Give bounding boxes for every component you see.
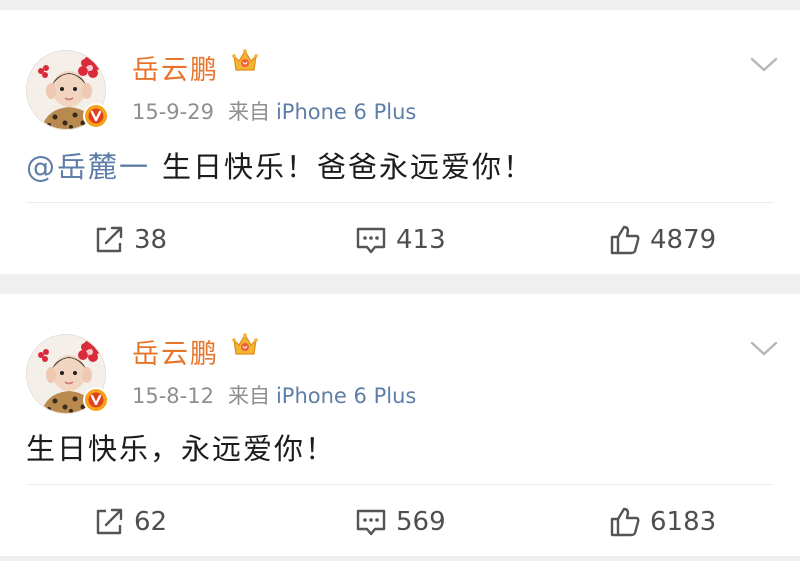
- post-content: 生日快乐，永远爱你！: [26, 426, 336, 468]
- vip-crown-icon[interactable]: [230, 330, 260, 360]
- username[interactable]: 岳云鹏: [132, 332, 219, 371]
- post-date: 15-9-29: [132, 100, 214, 124]
- repost-count: 38: [134, 225, 168, 255]
- repost-button[interactable]: 62: [92, 500, 167, 544]
- post-meta: 15-8-12 来自 iPhone 6 Plus: [132, 380, 416, 410]
- verified-badge-icon: [83, 387, 109, 413]
- comment-icon: [356, 227, 386, 254]
- like-icon: [610, 225, 640, 255]
- post-text: 生日快乐，永远爱你！: [26, 432, 337, 466]
- post-content: @岳麓一 生日快乐！爸爸永远爱你！: [26, 144, 534, 186]
- like-button[interactable]: 4879: [608, 218, 716, 262]
- divider: [26, 202, 774, 203]
- comment-count: 569: [396, 507, 446, 537]
- source-prefix: 来自: [227, 100, 270, 124]
- like-icon: [610, 507, 640, 537]
- verified-badge-icon: [83, 103, 109, 129]
- vip-crown-icon[interactable]: [230, 46, 260, 76]
- comment-button[interactable]: 569: [354, 500, 446, 544]
- username[interactable]: 岳云鹏: [132, 48, 219, 87]
- like-count: 4879: [650, 225, 717, 255]
- chevron-down-icon[interactable]: [748, 338, 780, 360]
- repost-icon: [96, 508, 123, 535]
- weibo-post-2: 岳云鹏 15-8-12 来自 iPhone 6 Plus 生日快乐，永远爱你！ 62…: [0, 294, 800, 556]
- comment-icon: [356, 509, 386, 536]
- post-meta: 15-9-29 来自 iPhone 6 Plus: [132, 96, 416, 126]
- repost-icon: [96, 226, 123, 253]
- post-text: 生日快乐！爸爸永远爱你！: [162, 150, 535, 184]
- source-device-link[interactable]: iPhone 6 Plus: [276, 100, 416, 124]
- like-button[interactable]: 6183: [608, 500, 716, 544]
- comment-count: 413: [396, 225, 446, 255]
- post-date: 15-8-12: [132, 384, 214, 408]
- divider: [26, 484, 774, 485]
- chevron-down-icon[interactable]: [748, 54, 780, 76]
- comment-button[interactable]: 413: [354, 218, 446, 262]
- repost-button[interactable]: 38: [92, 218, 167, 262]
- like-count: 6183: [650, 507, 717, 537]
- weibo-post-1: 岳云鹏 15-9-29 来自 iPhone 6 Plus @岳麓一 生日快乐！爸爸永远…: [0, 10, 800, 274]
- source-prefix: 来自: [227, 384, 270, 408]
- source-device-link[interactable]: iPhone 6 Plus: [276, 384, 416, 408]
- mention-link[interactable]: @岳麓一: [26, 150, 150, 184]
- repost-count: 62: [134, 507, 168, 537]
